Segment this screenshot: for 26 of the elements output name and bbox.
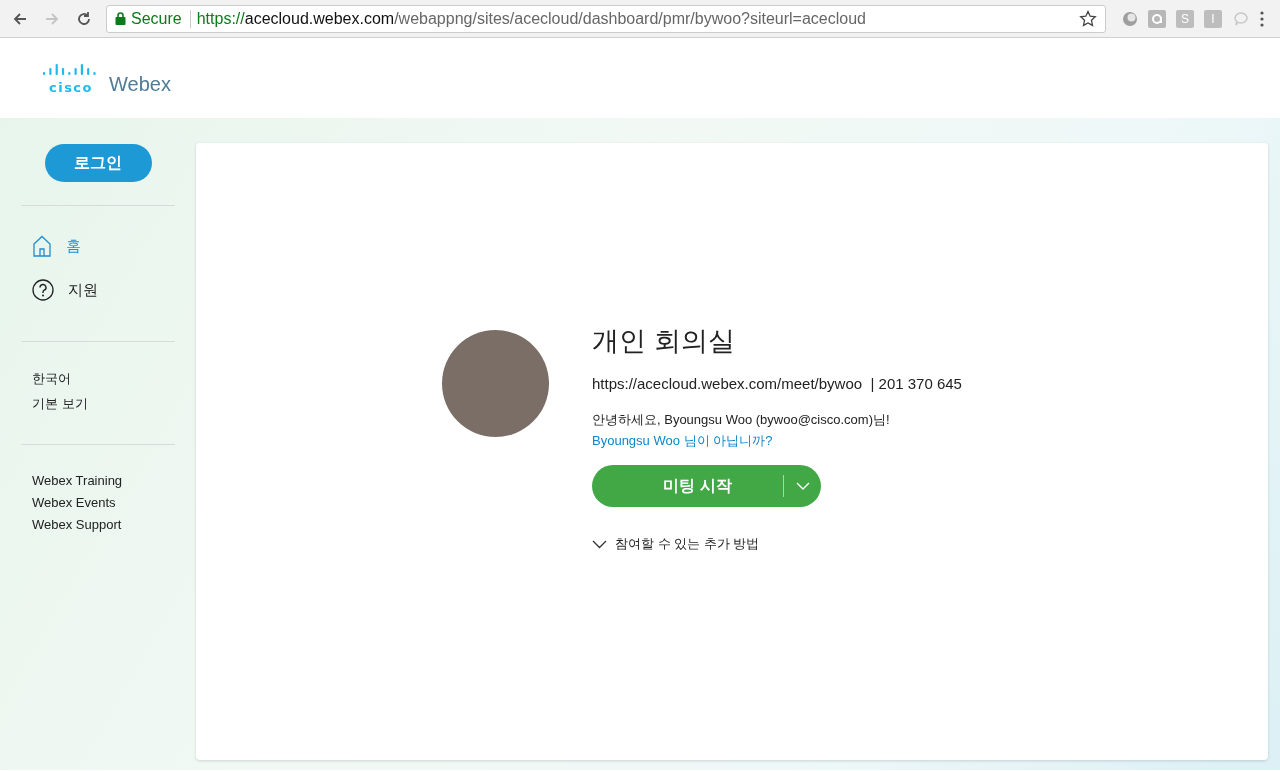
- logo-brand: Webex: [109, 72, 171, 96]
- greeting-text: 안녕하세요, Byoungsu Woo (bywoo@cisco.com)님! Byoungsu Woo 님이 아닙니까?: [592, 411, 891, 450]
- lock-icon: [115, 12, 126, 25]
- at-sign-extension-icon: [1148, 9, 1166, 28]
- address-bar[interactable]: Secure https://acecloud.webex.com/webappng/sites/acecloud/dashboard/pmr/bywoo?siteurl=acecloud: [106, 4, 1106, 33]
- settings-link[interactable]: 한국어: [32, 370, 71, 388]
- secure-label: Secure: [131, 9, 182, 28]
- settings-link[interactable]: 기본 보기: [32, 395, 88, 413]
- help-icon: [32, 279, 54, 301]
- reload-icon: [75, 9, 93, 28]
- chevron-down-icon: [592, 539, 607, 549]
- product-link[interactable]: Webex Events: [32, 495, 116, 510]
- product-link[interactable]: Webex Training: [32, 473, 123, 488]
- speech-bubble-extension-icon: [1232, 9, 1250, 28]
- cisco-logo: cisco: [43, 63, 99, 93]
- star-icon: [1079, 9, 1097, 28]
- nav-item[interactable]: 지원: [21, 278, 175, 302]
- menu-icon: [1260, 10, 1264, 27]
- chevron-down-icon: [795, 482, 810, 490]
- home-icon: [32, 235, 52, 257]
- url-text: https://acecloud.webex.com/webappng/sites/acecloud/dashboard/pmr/bywoo?siteurl=acecloud: [196, 9, 867, 28]
- room-title: 개인 회의실: [592, 325, 735, 358]
- orb-extension-icon: [1122, 10, 1138, 27]
- more-join-options[interactable]: 참여할 수 있는 추가 방법: [592, 535, 760, 553]
- not-you-link[interactable]: Byoungsu Woo 님이 아닙니까?: [592, 433, 773, 448]
- product-link[interactable]: Webex Support: [32, 517, 122, 532]
